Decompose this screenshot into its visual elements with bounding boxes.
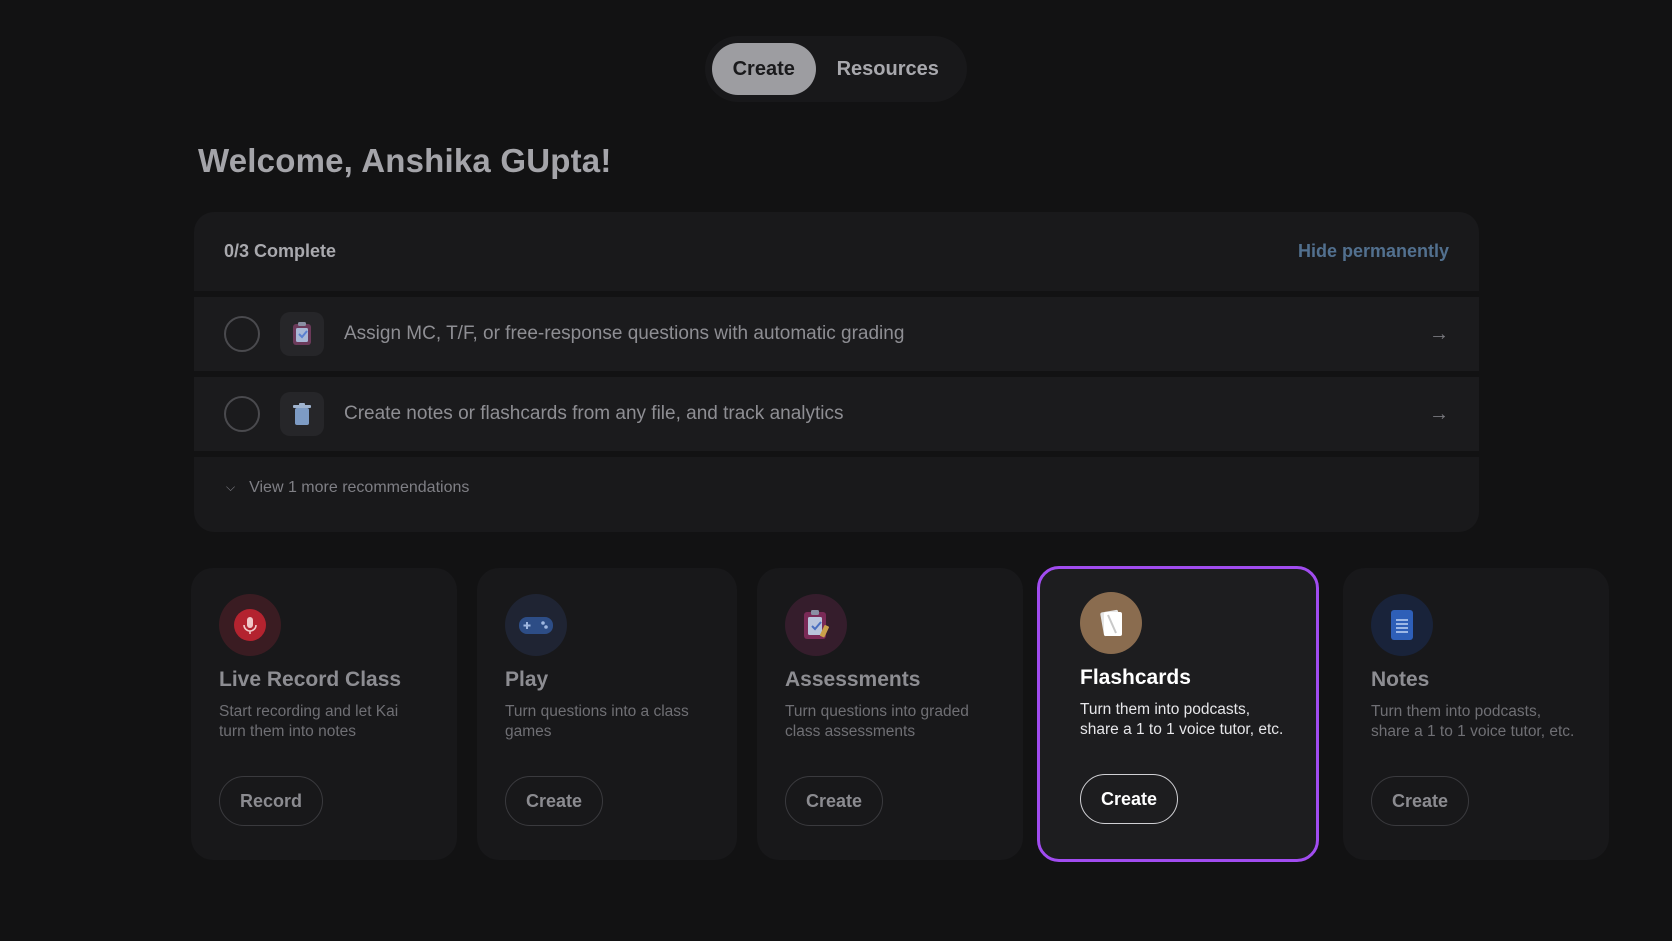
- flashcard-icon: [1080, 592, 1142, 654]
- gamepad-icon: [505, 594, 567, 656]
- card-title: Flashcards: [1080, 666, 1191, 689]
- recommendation-text: Create notes or flashcards from any file…: [344, 403, 844, 424]
- arrow-right-icon: →: [1429, 402, 1449, 425]
- microphone-icon: [219, 594, 281, 656]
- page: Create Resources Welcome, Anshika GUpta!…: [0, 0, 1672, 941]
- tab-create[interactable]: Create: [712, 43, 816, 95]
- panel-header: 0/3 Complete Hide permanently: [194, 212, 1479, 297]
- card-description: Turn them into podcasts, share a 1 to 1 …: [1371, 703, 1575, 740]
- create-button[interactable]: Create: [505, 776, 604, 826]
- card-description: Turn questions into a class games: [505, 703, 689, 740]
- create-button[interactable]: Create: [1080, 774, 1179, 824]
- create-button[interactable]: Create: [1371, 776, 1470, 826]
- checkbox-circle[interactable]: [224, 316, 260, 352]
- onboarding-panel: 0/3 Complete Hide permanently Assign MC,…: [194, 212, 1479, 532]
- chevron-down-icon: ⌵: [226, 480, 236, 494]
- create-button[interactable]: Create: [785, 776, 884, 826]
- card-live-record-class: Live Record Class Start recording and le…: [191, 568, 457, 860]
- view-more-recommendations[interactable]: ⌵ View 1 more recommendations: [194, 457, 1479, 518]
- card-title: Assessments: [785, 668, 921, 691]
- mode-tabs: Create Resources: [705, 36, 967, 102]
- record-button[interactable]: Record: [219, 776, 324, 826]
- card-notes: Notes Turn them into podcasts, share a 1…: [1343, 568, 1609, 860]
- welcome-heading: Welcome, Anshika GUpta!: [198, 142, 612, 179]
- card-title: Live Record Class: [219, 668, 402, 691]
- recommendation-row[interactable]: Create notes or flashcards from any file…: [194, 377, 1479, 457]
- recommendation-row[interactable]: Assign MC, T/F, or free-response questio…: [194, 297, 1479, 377]
- trash-icon: [280, 392, 324, 436]
- card-description: Turn them into podcasts, share a 1 to 1 …: [1080, 701, 1284, 738]
- checkbox-circle[interactable]: [224, 396, 260, 432]
- arrow-right-icon: →: [1429, 322, 1449, 345]
- assessment-icon: [280, 312, 324, 356]
- card-assessments: Assessments Turn questions into graded c…: [757, 568, 1023, 860]
- card-description: Turn questions into graded class assessm…: [785, 703, 969, 740]
- card-play: Play Turn questions into a class games C…: [477, 568, 737, 860]
- tab-resources[interactable]: Resources: [816, 43, 961, 95]
- note-icon: [1371, 594, 1433, 656]
- view-more-label: View 1 more recommendations: [249, 478, 470, 496]
- hide-permanently-link[interactable]: Hide permanently: [1298, 241, 1449, 262]
- recommendation-text: Assign MC, T/F, or free-response questio…: [344, 323, 905, 344]
- card-flashcards: Flashcards Turn them into podcasts, shar…: [1037, 566, 1319, 862]
- card-title: Notes: [1371, 668, 1430, 691]
- card-description: Start recording and let Kai turn them in…: [219, 703, 399, 740]
- progress-text: 0/3 Complete: [224, 241, 337, 261]
- clipboard-icon: [785, 594, 847, 656]
- card-title: Play: [505, 668, 549, 691]
